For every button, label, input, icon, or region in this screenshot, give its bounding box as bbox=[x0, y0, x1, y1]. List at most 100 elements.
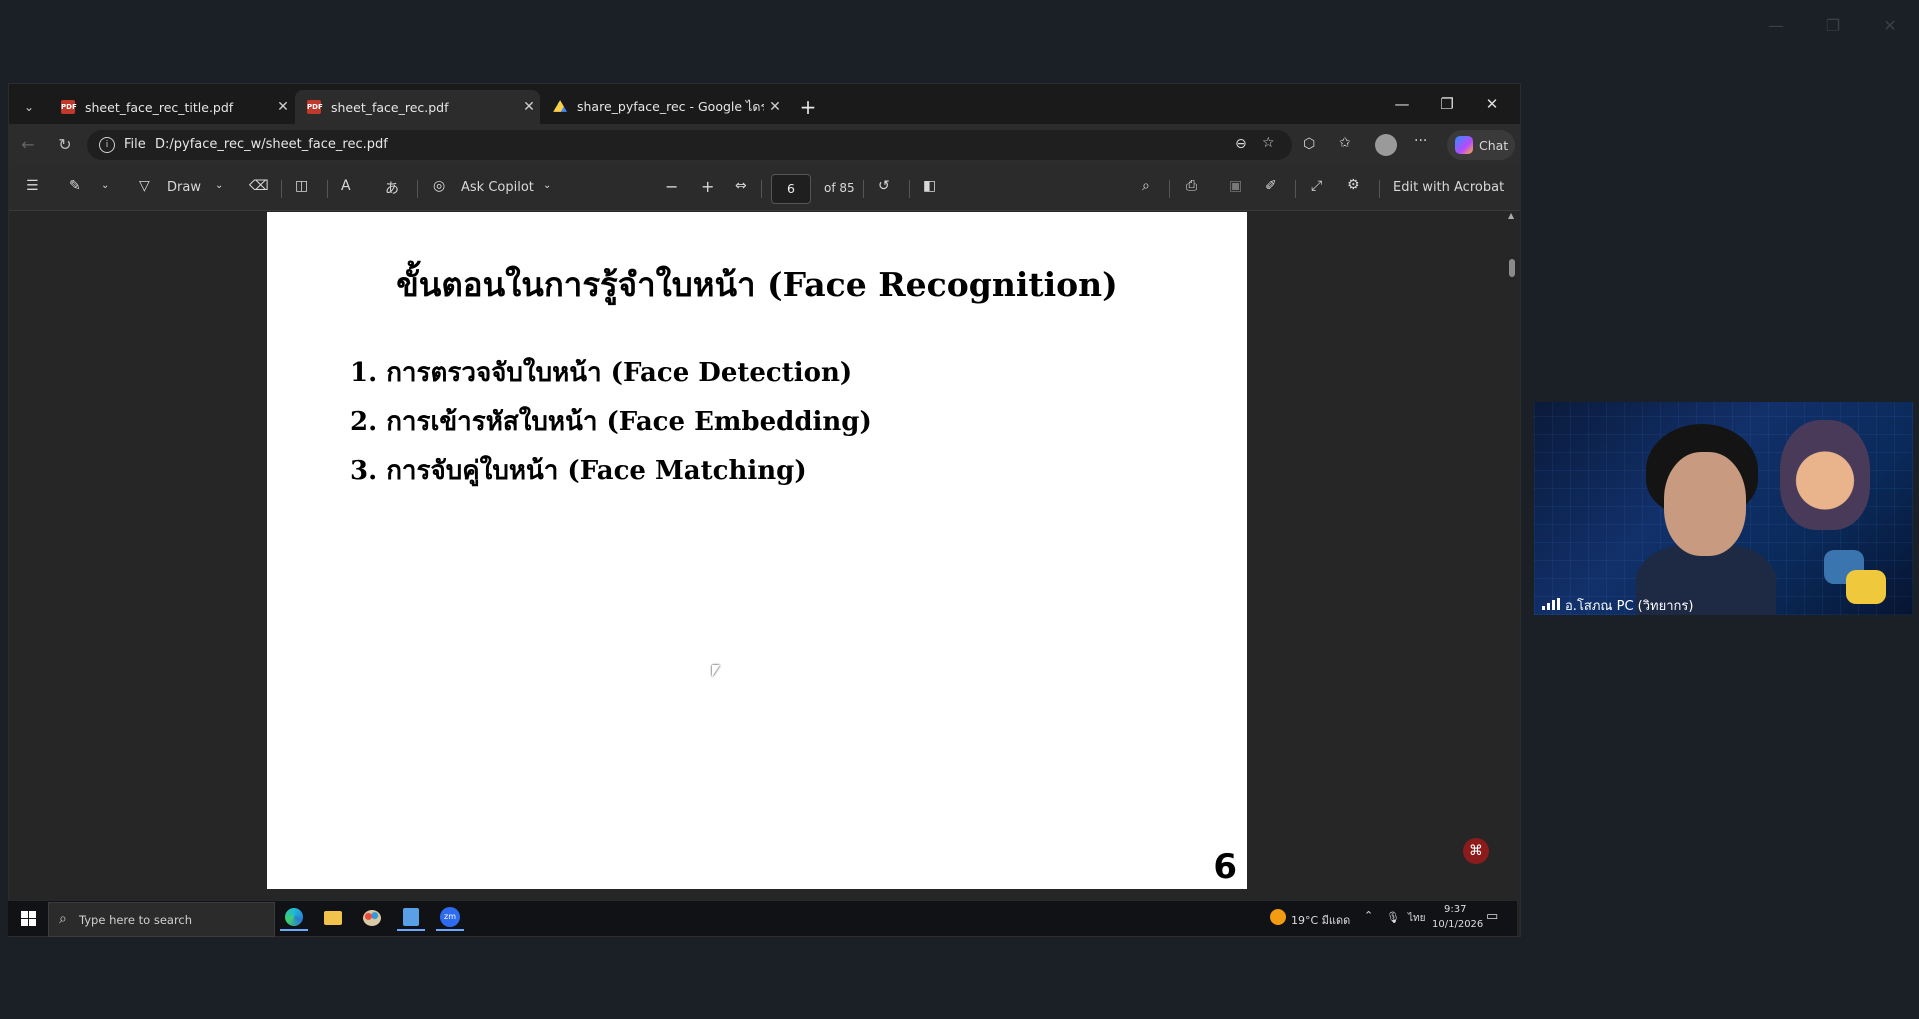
scrollbar-thumb[interactable] bbox=[1509, 259, 1515, 277]
highlight-icon[interactable]: ✎ bbox=[69, 178, 81, 194]
browser-window: ⌄ PDF sheet_face_rec_title.pdf ✕ PDF she… bbox=[8, 83, 1521, 937]
print-icon[interactable]: ⎙ bbox=[1186, 178, 1197, 194]
taskbar-app-button[interactable] bbox=[397, 905, 425, 931]
page-number-input[interactable]: 6 bbox=[771, 174, 811, 204]
taskbar-file-explorer-button[interactable] bbox=[319, 905, 347, 931]
outer-minimize-button[interactable]: — bbox=[1761, 14, 1791, 38]
page-number: 6 bbox=[1213, 847, 1237, 887]
pdf-page: ขั้นตอนในการรู้จำใบหน้า (Face Recognitio… bbox=[267, 212, 1247, 889]
taskbar-search-box[interactable]: ⌕ Type here to search bbox=[48, 902, 275, 937]
chevron-down-icon: ⌄ bbox=[23, 100, 35, 114]
more-menu-icon[interactable]: ··· bbox=[1414, 133, 1427, 149]
tab-sheet-face-rec[interactable]: PDF sheet_face_rec.pdf ✕ bbox=[295, 90, 540, 124]
cartoon-avatar-image bbox=[1780, 420, 1870, 530]
weather-icon[interactable] bbox=[1270, 909, 1286, 925]
info-icon[interactable]: i bbox=[99, 137, 115, 153]
folder-icon bbox=[324, 911, 342, 925]
profile-avatar[interactable] bbox=[1375, 134, 1397, 156]
clock-date[interactable]: 10/1/2026 bbox=[1432, 919, 1483, 930]
copilot-chevron-icon[interactable]: ⌄ bbox=[543, 180, 551, 191]
draw-icon[interactable]: ▽ bbox=[139, 178, 150, 194]
tab-label: sheet_face_rec_title.pdf bbox=[85, 99, 234, 115]
contents-icon[interactable]: ☰ bbox=[26, 178, 39, 194]
read-aloud-icon[interactable]: A bbox=[341, 178, 351, 194]
zoom-in-icon[interactable]: + bbox=[701, 177, 714, 196]
page-view-icon[interactable]: ◧ bbox=[923, 178, 936, 194]
microphone-icon[interactable]: 🎙 bbox=[1386, 911, 1400, 924]
windows-icon bbox=[20, 910, 36, 926]
zoom-icon[interactable]: ⊖ bbox=[1235, 136, 1247, 152]
pdf-toolbar: ☰ ✎ ⌄ ▽ Draw ⌄ ⌫ ◫ A あ ◎ Ask Copilot ⌄ −… bbox=[9, 166, 1520, 211]
tab-sheet-face-rec-title[interactable]: PDF sheet_face_rec_title.pdf ✕ bbox=[49, 90, 294, 124]
close-window-button[interactable]: ✕ bbox=[1474, 92, 1510, 116]
fit-to-width-icon[interactable]: ⇔ bbox=[735, 178, 747, 194]
close-tab-icon[interactable]: ✕ bbox=[764, 99, 786, 115]
scroll-up-icon[interactable]: ▲ bbox=[1508, 211, 1514, 220]
notification-icon[interactable]: ▭ bbox=[1486, 909, 1498, 924]
zoom-out-icon[interactable]: − bbox=[665, 177, 678, 196]
search-icon: ⌕ bbox=[59, 911, 67, 927]
acrobat-icon[interactable]: ⌘ bbox=[1463, 838, 1489, 864]
step-item: 3. การจับคู่ใบหน้า (Face Matching) bbox=[350, 456, 807, 486]
tab-actions-button[interactable]: ⌄ bbox=[15, 90, 43, 124]
taskbar-paint-button[interactable] bbox=[358, 905, 386, 931]
back-icon[interactable]: ← bbox=[17, 134, 39, 156]
copilot-icon bbox=[1455, 136, 1473, 154]
signal-strength-icon bbox=[1542, 598, 1560, 610]
copilot-chat-button[interactable]: Chat bbox=[1447, 130, 1515, 160]
taskbar-edge-button[interactable] bbox=[280, 905, 308, 931]
pdf-viewer[interactable]: ขั้นตอนในการรู้จำใบหน้า (Face Recognitio… bbox=[9, 211, 1520, 936]
add-text-icon[interactable]: ◫ bbox=[295, 178, 308, 194]
windows-start-button[interactable] bbox=[14, 905, 42, 931]
edge-icon bbox=[285, 908, 303, 926]
favorites-icon[interactable]: ✩ bbox=[1339, 135, 1351, 151]
pdf-icon: PDF bbox=[61, 100, 77, 114]
zoom-app-icon: zm bbox=[440, 907, 460, 927]
palette-icon bbox=[363, 910, 381, 926]
weather-text[interactable]: 19°C มีแดด bbox=[1291, 911, 1350, 929]
scheme-label: File bbox=[124, 137, 146, 152]
vertical-scrollbar[interactable]: ▲ ▼ bbox=[1505, 211, 1519, 936]
chat-label: Chat bbox=[1479, 137, 1509, 153]
copilot-icon[interactable]: ◎ bbox=[433, 178, 445, 194]
refresh-icon[interactable]: ↻ bbox=[54, 134, 76, 156]
save-as-icon[interactable]: ✐ bbox=[1265, 178, 1277, 194]
ask-copilot-label[interactable]: Ask Copilot bbox=[461, 180, 534, 195]
favorite-star-icon[interactable]: ☆ bbox=[1262, 135, 1275, 151]
close-tab-icon[interactable]: ✕ bbox=[518, 99, 540, 115]
chevron-up-icon[interactable]: ⌃ bbox=[1364, 909, 1373, 922]
draw-options-chevron-icon[interactable]: ⌄ bbox=[215, 180, 223, 191]
erase-icon[interactable]: ⌫ bbox=[249, 178, 269, 194]
draw-label[interactable]: Draw bbox=[167, 180, 201, 195]
search-icon[interactable]: ⌕ bbox=[1142, 178, 1150, 194]
app-icon bbox=[403, 908, 419, 926]
clock-time[interactable]: 9:37 bbox=[1444, 904, 1466, 915]
taskbar-zoom-button[interactable]: zm bbox=[436, 905, 464, 931]
url-text[interactable]: D:/pyface_rec_w/sheet_face_rec.pdf bbox=[155, 137, 388, 152]
minimize-button[interactable]: — bbox=[1384, 92, 1420, 116]
edit-with-acrobat-button[interactable]: Edit with Acrobat bbox=[1393, 180, 1504, 195]
page-title: ขั้นตอนในการรู้จำใบหน้า (Face Recognitio… bbox=[396, 265, 1118, 304]
address-bar[interactable]: i File D:/pyface_rec_w/sheet_face_rec.pd… bbox=[87, 130, 1292, 160]
fullscreen-icon[interactable]: ⤢ bbox=[1311, 178, 1322, 194]
restore-button[interactable]: ❐ bbox=[1429, 92, 1465, 116]
new-tab-button[interactable]: + bbox=[793, 90, 823, 124]
outer-close-button[interactable]: ✕ bbox=[1875, 14, 1905, 38]
taskbar: ⌕ Type here to search zm 19°C มีแดด ⌃ 🎙 … bbox=[8, 900, 1517, 937]
highlight-options-chevron-icon[interactable]: ⌄ bbox=[101, 180, 109, 191]
tab-label: sheet_face_rec.pdf bbox=[331, 99, 449, 115]
settings-icon[interactable]: ⚙ bbox=[1347, 177, 1360, 193]
save-icon[interactable]: ▣ bbox=[1229, 178, 1242, 194]
close-tab-icon[interactable]: ✕ bbox=[272, 99, 294, 115]
translate-icon[interactable]: あ bbox=[385, 178, 399, 198]
language-indicator[interactable]: ไทย bbox=[1408, 911, 1425, 926]
rotate-icon[interactable]: ↺ bbox=[878, 178, 890, 194]
tab-google-drive[interactable]: share_pyface_rec - Google ไดรฟ์ ✕ bbox=[541, 90, 786, 124]
presenter-image bbox=[1636, 424, 1776, 615]
outer-restore-button[interactable]: ❐ bbox=[1818, 14, 1848, 38]
step-item: 1. การตรวจจับใบหน้า (Face Detection) bbox=[350, 358, 853, 388]
webcam-video[interactable]: อ.โสภณ PC (วิทยากร) bbox=[1534, 402, 1913, 615]
extensions-icon[interactable]: ⬡ bbox=[1303, 136, 1315, 152]
pdf-icon: PDF bbox=[307, 100, 323, 114]
tab-bar: ⌄ PDF sheet_face_rec_title.pdf ✕ PDF she… bbox=[9, 84, 1520, 124]
